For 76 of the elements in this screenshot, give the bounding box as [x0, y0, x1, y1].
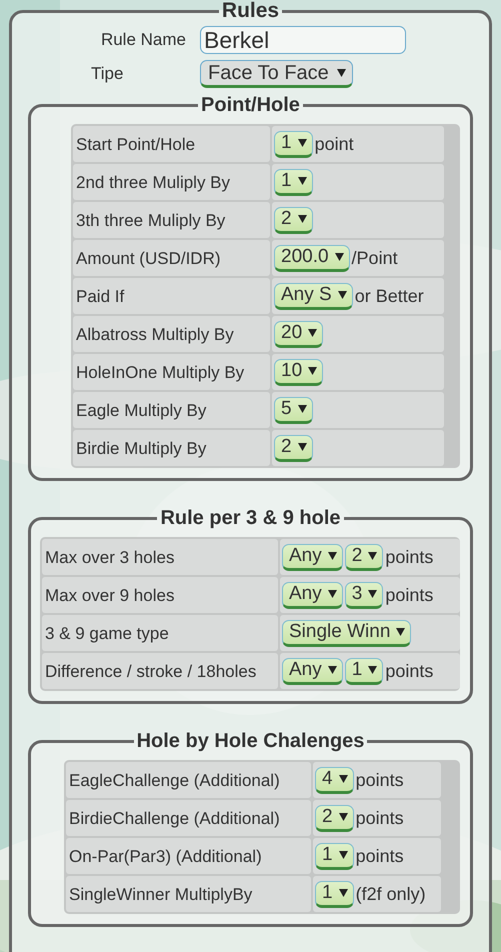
caret-icon — [338, 291, 347, 299]
dropdown[interactable]: Single Winn — [282, 620, 412, 646]
unit-label: point — [314, 134, 354, 154]
dropdown[interactable]: 2 — [315, 804, 354, 832]
table-cell: SingleWinner MultiplyBy — [66, 876, 311, 912]
caret-icon — [298, 139, 307, 147]
table-cell: Paid If — [73, 278, 270, 314]
unit-label: points — [356, 846, 404, 866]
caret-icon — [298, 443, 307, 451]
dropdown[interactable]: 1 — [274, 168, 313, 196]
unit-label: or Better — [354, 286, 424, 306]
table-cell: Max over 9 holes — [42, 577, 278, 613]
table-cell: Start Point/Hole — [73, 126, 270, 162]
table-cell: Birdie Multiply By — [73, 430, 270, 466]
table-cell: Max over 3 holes — [42, 539, 278, 575]
caret-icon — [336, 69, 346, 77]
dropdown[interactable]: Any — [282, 658, 343, 684]
dropdown[interactable]: Any — [282, 582, 343, 608]
section-title: Rule per 3 & 9 hole — [159, 507, 342, 529]
rule-name-field[interactable]: Berkel — [200, 26, 406, 54]
dropdown[interactable]: 10 — [274, 358, 324, 386]
dropdown[interactable]: Any S — [274, 282, 353, 310]
table-cell: 3 & 9 game type — [42, 615, 278, 651]
dropdown[interactable]: 20 — [274, 320, 324, 348]
type-dropdown[interactable]: Face To Face — [200, 60, 353, 88]
caret-icon — [368, 590, 378, 598]
caret-icon — [328, 666, 337, 674]
dropdown[interactable]: 200.0 — [274, 244, 350, 272]
caret-icon — [396, 628, 406, 636]
dropdown[interactable]: 2 — [344, 544, 384, 570]
field-label: Tipe — [90, 64, 124, 84]
table-cell: Difference / stroke / 18holes — [42, 653, 278, 689]
caret-icon — [338, 775, 348, 783]
caret-icon — [298, 177, 307, 185]
unit-label: points — [356, 808, 404, 828]
section-title: Point/Hole — [200, 94, 301, 116]
table-cell: On-Par(Par3) (Additional) — [66, 838, 311, 874]
unit-label: points — [385, 584, 434, 606]
caret-icon — [338, 889, 348, 897]
table-cell: 3th three Muliply By — [73, 202, 270, 238]
dropdown[interactable]: 5 — [274, 396, 313, 424]
dropdown[interactable]: 2 — [274, 434, 313, 462]
table-cell: EagleChallenge (Additional) — [66, 762, 311, 798]
dropdown[interactable]: Any — [282, 544, 343, 570]
section-title: Rules — [220, 0, 280, 22]
dropdown[interactable]: 1 — [315, 880, 354, 908]
dropdown[interactable]: 3 — [344, 582, 384, 608]
caret-icon — [328, 590, 337, 598]
dropdown[interactable]: 1 — [315, 842, 354, 870]
caret-icon — [338, 813, 348, 821]
unit-label: points — [385, 660, 434, 682]
table-cell: Amount (USD/IDR) — [73, 240, 270, 276]
caret-icon — [328, 552, 337, 560]
caret-icon — [338, 851, 348, 859]
caret-icon — [368, 552, 378, 560]
unit-label: points — [385, 546, 434, 568]
table-cell: HoleInOne Multiply By — [73, 354, 270, 390]
section-title: Hole by Hole Chalenges — [136, 730, 366, 752]
dropdown[interactable]: 1 — [274, 130, 313, 158]
table-cell: Albatross Multiply By — [73, 316, 270, 352]
unit-label: (f2f only) — [356, 884, 426, 904]
caret-icon — [368, 666, 378, 674]
unit-label: points — [356, 770, 404, 790]
table-cell: 2nd three Muliply By — [73, 164, 270, 200]
caret-icon — [298, 215, 307, 223]
table-cell: BirdieChallenge (Additional) — [66, 800, 311, 836]
field-label: Rule Name — [100, 30, 187, 50]
unit-label: /Point — [352, 248, 398, 268]
caret-icon — [308, 329, 318, 337]
caret-icon — [298, 405, 307, 413]
dropdown[interactable]: 2 — [274, 206, 313, 234]
dropdown[interactable]: 4 — [315, 766, 354, 794]
table-cell: Eagle Multiply By — [73, 392, 270, 428]
dropdown[interactable]: 1 — [344, 658, 384, 684]
caret-icon — [308, 367, 318, 375]
caret-icon — [334, 253, 344, 261]
